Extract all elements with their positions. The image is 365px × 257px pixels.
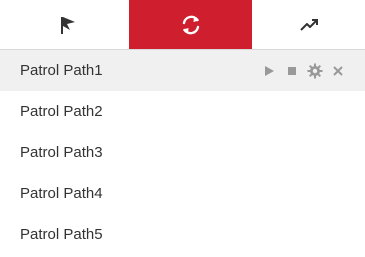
patrol-path-label: Patrol Path4: [20, 185, 103, 202]
list-item[interactable]: Patrol Path5: [0, 214, 365, 255]
tab-preset[interactable]: [6, 0, 129, 49]
list-item[interactable]: Patrol Path4: [0, 173, 365, 214]
patrol-path-label: Patrol Path1: [20, 62, 103, 79]
patrol-path-list: Patrol Path1 Patrol Path2 Patrol Path3 P…: [0, 50, 365, 255]
refresh-cycle-icon: [179, 13, 203, 37]
list-item[interactable]: Patrol Path3: [0, 132, 365, 173]
patrol-path-label: Patrol Path2: [20, 103, 103, 120]
list-item[interactable]: Patrol Path2: [0, 91, 365, 132]
list-item[interactable]: Patrol Path1: [0, 50, 365, 91]
tab-bar: [0, 0, 365, 50]
tab-pattern[interactable]: [252, 0, 365, 49]
tab-patrol[interactable]: [129, 0, 252, 49]
flag-icon: [57, 14, 79, 36]
stop-icon[interactable]: [281, 50, 303, 91]
settings-gear-icon[interactable]: [304, 50, 326, 91]
patrol-path-label: Patrol Path3: [20, 144, 103, 161]
play-icon[interactable]: [258, 50, 280, 91]
delete-x-icon[interactable]: [327, 50, 349, 91]
patrol-path-label: Patrol Path5: [20, 226, 103, 243]
trend-arrow-icon: [297, 14, 321, 36]
row-actions: [258, 50, 350, 91]
